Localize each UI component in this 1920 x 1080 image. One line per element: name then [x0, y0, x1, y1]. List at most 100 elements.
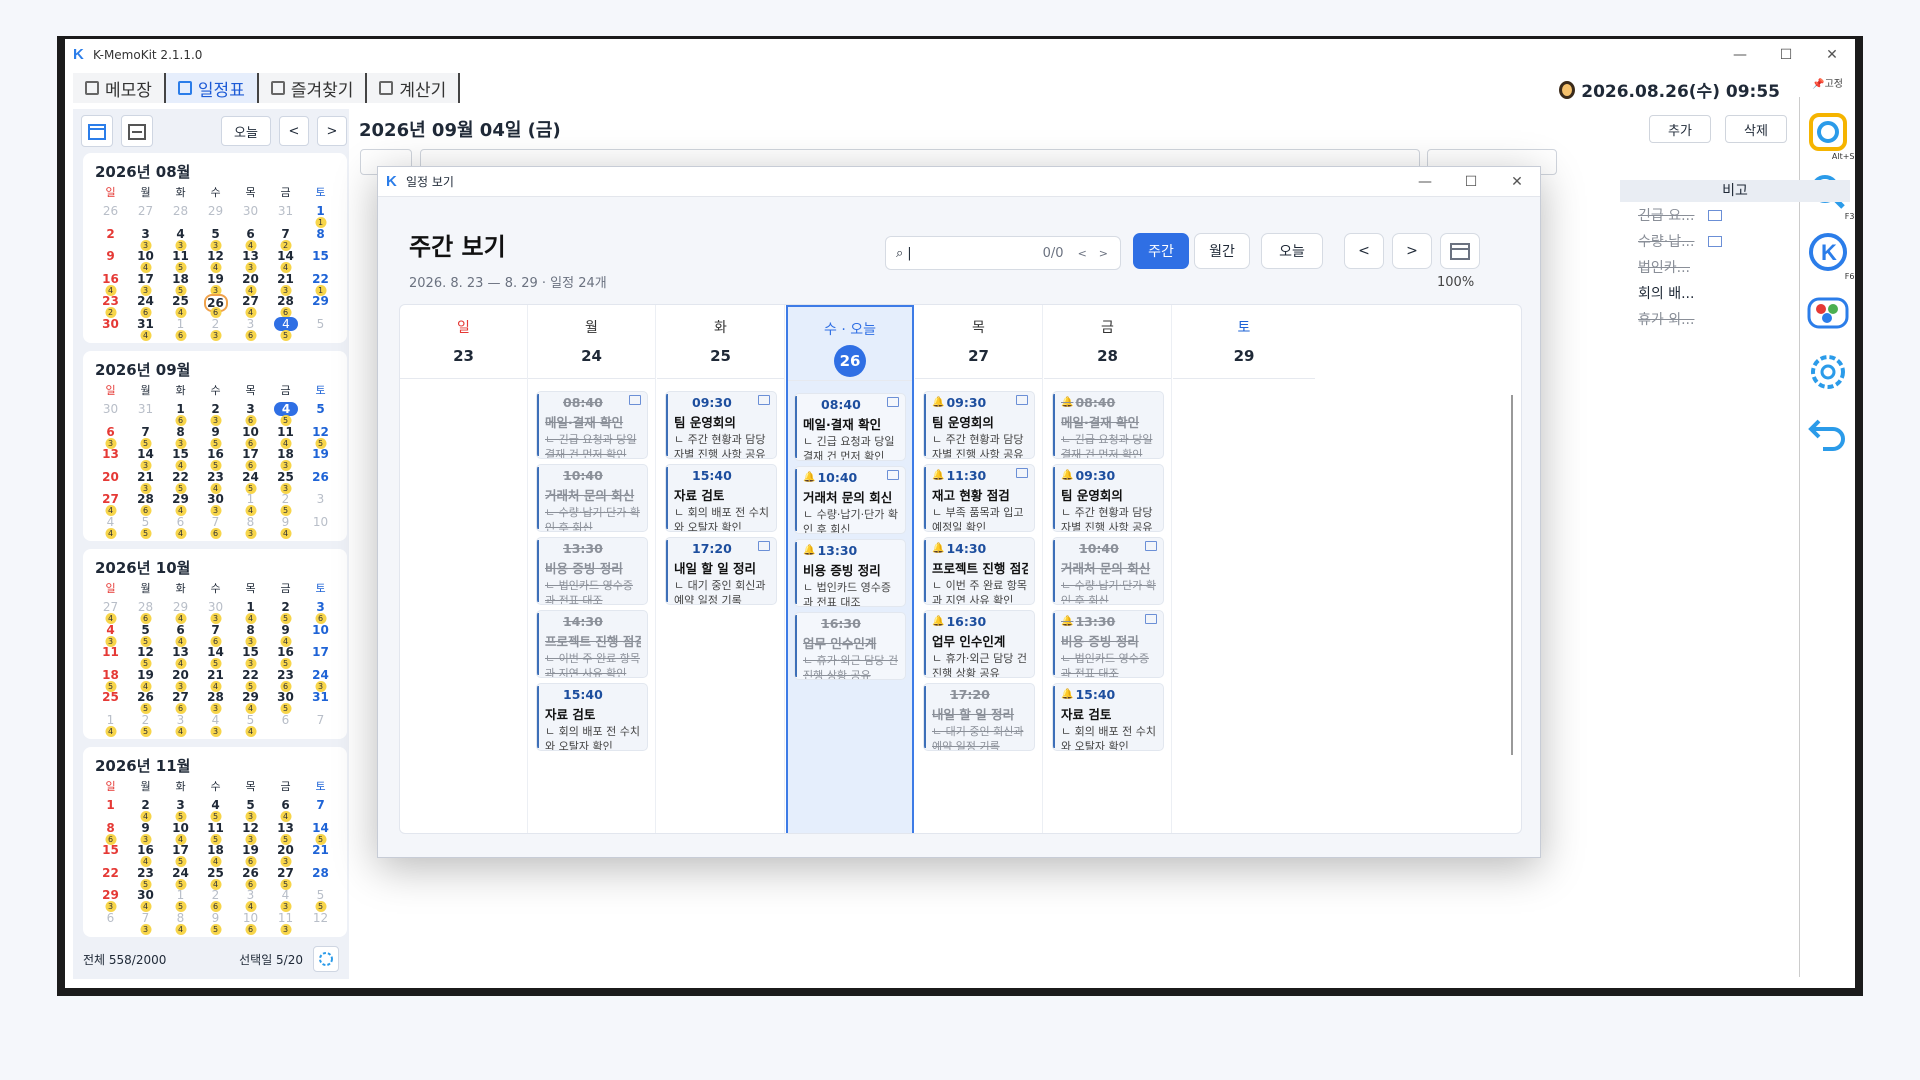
day-cell[interactable]: 24 5	[163, 866, 198, 890]
prev-button[interactable]: <	[279, 116, 309, 146]
day-cell[interactable]: 1	[93, 798, 128, 821]
day-cell[interactable]: 64	[163, 623, 198, 647]
day-cell[interactable]: 16 4	[93, 272, 128, 296]
day-cell[interactable]: 30 4	[128, 888, 163, 912]
day-cell[interactable]: 29	[198, 204, 233, 227]
day-cell[interactable]: 3	[303, 492, 338, 515]
next-button[interactable]: >	[317, 116, 347, 146]
day-cell[interactable]: 64	[268, 798, 303, 822]
day-cell[interactable]: 8	[303, 227, 338, 250]
day-cell[interactable]: 6	[268, 713, 303, 736]
day-cell[interactable]: 55	[303, 888, 338, 912]
day-cell[interactable]: 28 3	[198, 690, 233, 714]
day-cell[interactable]: 36	[303, 600, 338, 624]
day-cell[interactable]: 31	[268, 204, 303, 227]
day-cell[interactable]: 24	[128, 798, 163, 822]
event-card[interactable]: 17:20 내일 할 일 정리 ㄴ 대기 중인 회신과 예약 일정 기록	[923, 683, 1035, 751]
day-cell[interactable]: 43	[93, 623, 128, 647]
day-cell[interactable]: 64	[163, 515, 198, 539]
today-button[interactable]: 오늘	[1261, 233, 1323, 269]
day-header[interactable]: 월 24	[528, 305, 655, 379]
day-cell[interactable]: 17	[303, 645, 338, 668]
day-cell[interactable]: 28	[303, 866, 338, 889]
day-cell[interactable]: 84	[163, 911, 198, 935]
day-cell[interactable]: 27 4	[93, 600, 128, 624]
day-cell[interactable]: 20	[93, 470, 128, 493]
day-cell[interactable]: 45	[268, 316, 303, 341]
day-cell[interactable]: 75	[128, 425, 163, 449]
day-cell[interactable]: 93	[128, 821, 163, 845]
event-card[interactable]: 🔔 10:40 거래처 문의 회신 ㄴ 수량·납기·단가 확인 후 회신	[794, 466, 906, 534]
day-header[interactable]: 토 29	[1173, 305, 1315, 379]
day-cell[interactable]: 94	[268, 515, 303, 539]
tab-schedule[interactable]: 일정표	[165, 73, 259, 103]
day-cell[interactable]: 29 4	[233, 690, 268, 714]
day-cell[interactable]: 55	[128, 515, 163, 539]
schedule-list-button[interactable]	[121, 115, 153, 147]
day-header[interactable]: 화 25	[657, 305, 784, 379]
day-header[interactable]: 일 23	[400, 305, 527, 379]
event-card[interactable]: 🔔 09:30 팀 운영회의 ㄴ 주간 현황과 담당자별 진행 사항 공유	[1052, 464, 1164, 532]
day-cell[interactable]: 16 5	[198, 447, 233, 471]
day-cell[interactable]: 13 5	[268, 821, 303, 845]
day-cell[interactable]: 94	[268, 623, 303, 647]
day-cell[interactable]: 12 5	[303, 425, 338, 449]
day-cell[interactable]: 30 3	[198, 600, 233, 624]
day-cell[interactable]: 25	[93, 690, 128, 713]
day-cell[interactable]: 29 4	[163, 600, 198, 624]
day-cell[interactable]: 31	[303, 690, 338, 713]
day-cell[interactable]: 26	[93, 204, 128, 227]
search-input[interactable]: ⌕ | 0/0 < >	[885, 236, 1121, 270]
day-cell[interactable]: 83	[163, 425, 198, 449]
day-cell[interactable]: 15	[93, 843, 128, 866]
day-cell[interactable]: 19 4	[128, 668, 163, 692]
table-row[interactable]: 긴급 요...	[1620, 202, 1850, 228]
month-view-button[interactable]: 월간	[1194, 233, 1250, 269]
event-card[interactable]: 🔔 13:30 비용 증빙 정리 ㄴ 법인카드 영수증과 전표 대조	[794, 539, 906, 607]
event-card[interactable]: 10:40 거래처 문의 회신 ㄴ 수량·납기·단가 확인 후 회신	[1052, 537, 1164, 605]
day-cell[interactable]: 10 6	[233, 911, 268, 935]
day-cell[interactable]: 5	[303, 317, 338, 340]
day-cell[interactable]: 25	[268, 492, 303, 516]
day-cell[interactable]: 12 5	[128, 645, 163, 669]
prev-week-button[interactable]: <	[1344, 233, 1384, 269]
day-cell[interactable]: 26 6	[198, 294, 233, 318]
day-cell[interactable]: 12 4	[198, 249, 233, 273]
day-cell[interactable]: 20 3	[268, 843, 303, 867]
day-cell[interactable]: 25	[268, 600, 303, 624]
event-card[interactable]: 🔔 08:40 메일·결재 확인 ㄴ 긴급 요청과 당일 결재 건 먼저 확인	[1052, 391, 1164, 459]
day-cell[interactable]: 20 3	[163, 668, 198, 692]
pin-toggle[interactable]: 📌고정	[1812, 75, 1843, 90]
day-cell[interactable]: 54	[233, 713, 268, 737]
event-card[interactable]: 15:40 자료 검토 ㄴ 회의 배포 전 수치와 오탈자 확인	[665, 464, 777, 532]
day-cell[interactable]: 31 4	[128, 317, 163, 341]
day-cell[interactable]: 34	[233, 888, 268, 912]
day-cell[interactable]: 64	[233, 227, 268, 251]
maximize-button[interactable]: ☐	[1448, 174, 1494, 190]
day-cell[interactable]: 29 3	[93, 888, 128, 912]
day-cell[interactable]: 16 5	[268, 645, 303, 669]
day-cell[interactable]: 19	[303, 447, 338, 470]
day-cell[interactable]: 83	[233, 623, 268, 647]
close-button[interactable]: ✕	[1494, 174, 1540, 190]
undo-icon[interactable]	[1805, 409, 1851, 455]
day-cell[interactable]: 27 4	[233, 294, 268, 318]
day-cell[interactable]: 5	[303, 402, 338, 425]
day-cell[interactable]: 28 6	[128, 492, 163, 516]
day-cell[interactable]: 35	[163, 798, 198, 822]
day-header[interactable]: 금 28	[1044, 305, 1171, 379]
day-cell[interactable]: 11 3	[268, 911, 303, 935]
close-button[interactable]: ✕	[1809, 47, 1855, 63]
day-cell[interactable]: 22 5	[163, 470, 198, 494]
day-cell[interactable]: 15 4	[163, 447, 198, 471]
day-cell[interactable]: 29	[303, 294, 338, 317]
event-card[interactable]: 🔔 15:40 자료 검토 ㄴ 회의 배포 전 수치와 오탈자 확인	[1052, 683, 1164, 751]
day-cell[interactable]: 45	[198, 798, 233, 822]
day-cell[interactable]: 76	[198, 515, 233, 539]
day-cell[interactable]: 19 6	[233, 843, 268, 867]
day-cell[interactable]: 11 5	[163, 249, 198, 273]
tab-favorites[interactable]: 즐겨찾기	[258, 73, 368, 103]
day-cell[interactable]: 7	[303, 713, 338, 736]
day-cell[interactable]: 21	[303, 843, 338, 866]
day-cell[interactable]: 15	[163, 888, 198, 912]
